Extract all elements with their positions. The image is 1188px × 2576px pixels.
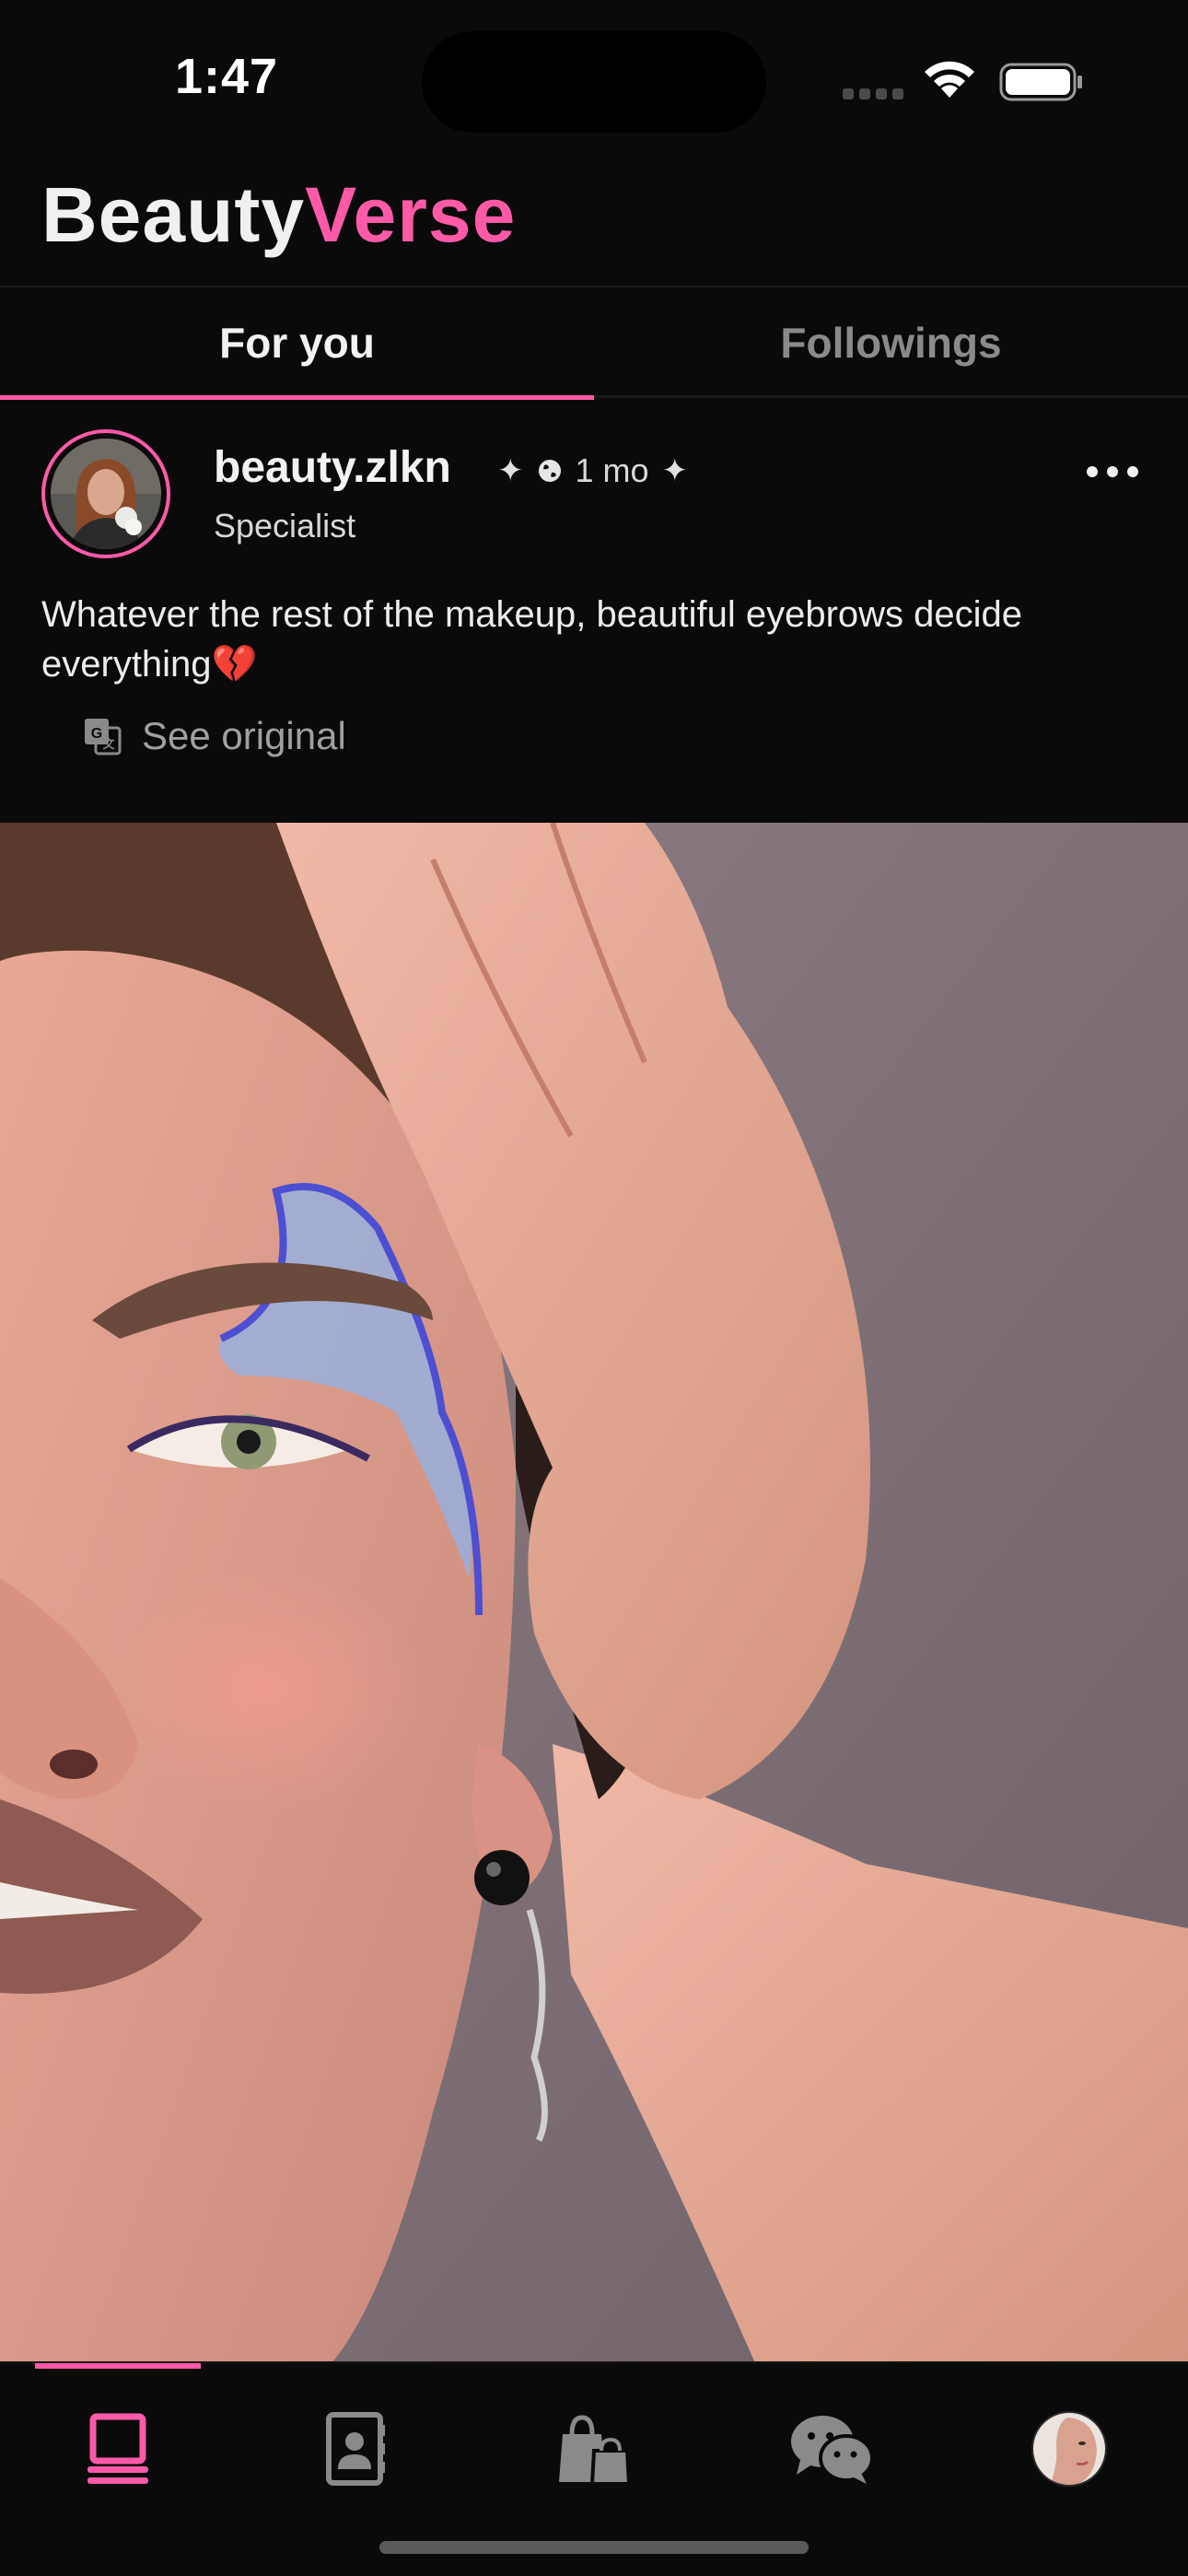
post-photo[interactable] <box>0 823 1188 2363</box>
battery-icon <box>999 63 1082 101</box>
active-nav-indicator <box>35 2363 201 2369</box>
translate-icon: G 文 <box>85 719 122 755</box>
home-indicator[interactable] <box>379 2541 809 2554</box>
feed-tabs: For you Followings <box>0 286 1188 400</box>
tab-followings-label: Followings <box>780 318 1002 367</box>
nav-contacts-button[interactable] <box>304 2398 405 2500</box>
sparkle-icon: ✦ <box>661 453 689 488</box>
active-tab-indicator <box>0 395 594 400</box>
globe-icon <box>538 460 561 482</box>
nav-feed-button[interactable] <box>67 2398 169 2500</box>
status-bar: 1:47 <box>0 0 1188 161</box>
makeup-photo-illustration <box>0 823 1188 2363</box>
see-original-button[interactable]: G 文 See original <box>83 714 346 758</box>
nav-profile-button[interactable] <box>1019 2398 1120 2500</box>
wifi-icon <box>925 61 974 98</box>
app-logo: BeautyVerse <box>41 170 516 260</box>
post-caption: Whatever the rest of the makeup, beautif… <box>41 594 1023 685</box>
avatar-photo <box>51 439 161 549</box>
author-username[interactable]: beauty.zlkn <box>214 442 451 493</box>
brand-name-part1: Beauty <box>41 171 306 258</box>
tab-followings[interactable]: Followings <box>594 287 1188 397</box>
status-time: 1:47 <box>175 49 279 104</box>
svg-text:文: 文 <box>102 737 115 751</box>
nav-shop-button[interactable] <box>543 2398 645 2500</box>
post-time: 1 mo <box>575 451 649 489</box>
author-avatar[interactable] <box>41 429 170 558</box>
profile-avatar-icon <box>1031 2411 1107 2487</box>
svg-text:G: G <box>91 726 102 742</box>
feed-icon <box>87 2413 148 2484</box>
brand-name-part2: Verse <box>305 171 517 258</box>
chat-bubbles-icon <box>791 2416 874 2484</box>
tab-for-you-label: For you <box>219 318 375 367</box>
author-role: Specialist <box>214 507 356 544</box>
shopping-bags-icon <box>559 2415 631 2486</box>
nav-chat-button[interactable] <box>781 2398 882 2500</box>
dynamic-island <box>422 31 766 133</box>
post-meta: ✦ 1 mo ✦ <box>497 451 688 490</box>
sparkle-icon: ✦ <box>497 453 524 488</box>
contacts-book-icon <box>326 2412 385 2486</box>
app-screen: 1:47 BeautyVerse For you Followings beau… <box>0 0 1188 2576</box>
cellular-signal-icon <box>843 88 903 101</box>
see-original-label: See original <box>142 714 346 757</box>
tab-for-you[interactable]: For you <box>0 287 594 400</box>
more-options-icon[interactable] <box>1087 461 1138 483</box>
